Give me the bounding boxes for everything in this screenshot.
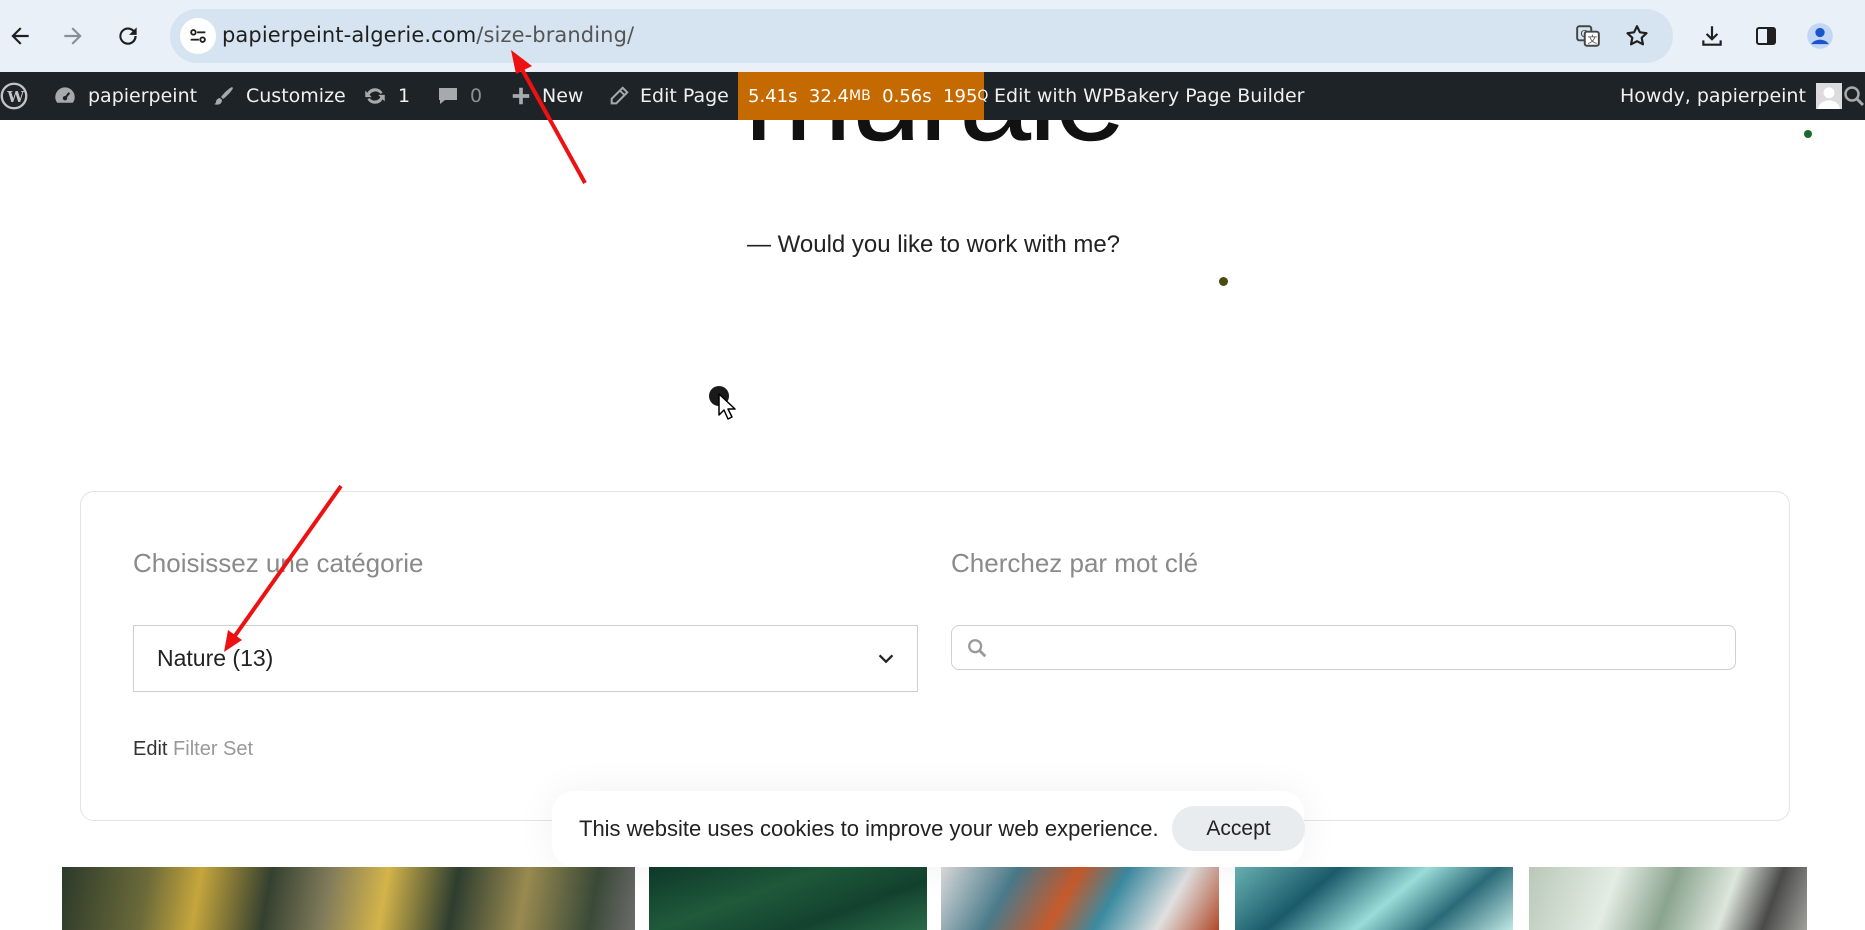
site-name-label: papierpeint xyxy=(88,85,198,107)
accept-cookies-button[interactable]: Accept xyxy=(1172,806,1305,851)
query-monitor-badge[interactable]: 5.41s 32.4 MB 0.56s 195 Q xyxy=(738,72,988,120)
updates-refresh-icon xyxy=(365,88,385,104)
product-thumbnail[interactable] xyxy=(941,867,1219,930)
site-name-menu[interactable]: papierpeint xyxy=(52,72,197,120)
comments-link[interactable]: 0 xyxy=(436,72,482,120)
edit-page-label: Edit Page xyxy=(640,85,729,107)
user-silhouette-icon xyxy=(1818,87,1840,109)
reload-icon xyxy=(119,27,137,45)
mouse-pointer-icon xyxy=(718,393,736,420)
back-arrow-icon xyxy=(11,27,29,45)
edit-page-link[interactable]: Edit Page xyxy=(608,72,729,120)
url-text[interactable]: papierpeint-algerie.com/size-branding/ xyxy=(222,23,634,47)
downloads-button[interactable] xyxy=(1692,16,1732,56)
product-thumbnail[interactable] xyxy=(1235,867,1513,930)
wp-admin-bar: W papierpeint Customize 1 0 New Edit Pag… xyxy=(0,72,1865,120)
keyword-filter-label: Cherchez par mot clé xyxy=(951,548,1199,578)
cookie-banner: This website uses cookies to improve you… xyxy=(552,791,1305,867)
qm-memory-unit: MB xyxy=(849,88,871,104)
reload-button[interactable] xyxy=(108,16,148,56)
tune-icon xyxy=(190,29,206,43)
product-thumbnail[interactable] xyxy=(1529,867,1807,930)
category-select-value: Nature (13) xyxy=(157,645,274,671)
search-icon xyxy=(968,639,987,658)
hero-subtitle: — Would you like to work with me? xyxy=(747,231,1121,258)
download-icon xyxy=(1702,26,1722,46)
search-icon xyxy=(1844,86,1865,107)
qm-memory: 32.4 xyxy=(808,85,849,107)
user-avatar xyxy=(1815,83,1842,109)
edit-filter-set-link[interactable]: Edit Filter Set xyxy=(133,738,253,761)
customize-link[interactable]: Customize xyxy=(212,72,346,120)
category-filter-label: Choisissez une catégorie xyxy=(133,548,424,578)
qm-db-time: 0.56s xyxy=(882,85,932,107)
qm-queries: 195 xyxy=(943,85,978,107)
comment-bubble-icon xyxy=(439,88,457,104)
translate-button[interactable]: G 文 xyxy=(1573,21,1603,51)
translate-icon: G 文 xyxy=(1576,25,1600,47)
site-info-button[interactable] xyxy=(180,18,216,54)
cookie-message: This website uses cookies to improve you… xyxy=(579,816,1159,841)
browser-toolbar: papierpeint-algerie.com/size-branding/ G… xyxy=(0,0,1865,72)
decorative-dot xyxy=(1219,277,1228,286)
svg-text:W: W xyxy=(6,88,25,106)
profile-button[interactable] xyxy=(1800,16,1840,56)
pencil-icon xyxy=(610,86,629,105)
filter-set-label: Filter Set xyxy=(173,738,254,760)
product-thumbnail[interactable] xyxy=(649,867,927,930)
howdy-label: Howdy, papierpeint xyxy=(1620,85,1806,107)
admin-search-button[interactable] xyxy=(1842,72,1865,120)
keyword-search-input[interactable] xyxy=(951,625,1736,670)
customize-label: Customize xyxy=(246,85,346,107)
wpbakery-label: Edit with WPBakery Page Builder xyxy=(994,85,1305,107)
decorative-dot xyxy=(1804,130,1812,138)
forward-button[interactable] xyxy=(53,16,93,56)
updates-link[interactable]: 1 xyxy=(362,72,410,120)
comments-count: 0 xyxy=(470,85,483,107)
dashboard-gauge-icon xyxy=(55,87,75,103)
updates-count: 1 xyxy=(398,85,411,107)
wordpress-logo-icon: W xyxy=(0,82,28,110)
url-path: /size-branding/ xyxy=(476,23,635,47)
svg-text:文: 文 xyxy=(1587,33,1597,46)
product-thumbnail[interactable] xyxy=(62,867,635,930)
bookmark-star-button[interactable] xyxy=(1622,21,1652,51)
star-icon xyxy=(1626,25,1648,46)
edit-label: Edit xyxy=(133,738,168,760)
new-label: New xyxy=(542,85,584,107)
qm-time: 5.41s xyxy=(748,85,798,107)
category-select[interactable]: Nature (13) xyxy=(133,625,918,692)
side-panel-button[interactable] xyxy=(1746,16,1786,56)
side-panel-icon xyxy=(1756,27,1776,45)
new-content-menu[interactable]: New xyxy=(510,72,583,120)
chevron-down-icon xyxy=(878,654,894,664)
wpbakery-edit-link[interactable]: Edit with WPBakery Page Builder xyxy=(994,72,1304,120)
forward-arrow-icon xyxy=(64,27,82,45)
wp-logo-menu[interactable]: W xyxy=(0,72,28,120)
plus-icon xyxy=(512,87,530,105)
address-bar[interactable]: papierpeint-algerie.com/size-branding/ G… xyxy=(170,9,1673,63)
profile-avatar-icon xyxy=(1807,23,1833,49)
qm-queries-unit: Q xyxy=(977,88,989,104)
back-button[interactable] xyxy=(0,16,40,56)
url-host: papierpeint-algerie.com xyxy=(222,23,477,47)
account-menu[interactable]: Howdy, papierpeint xyxy=(1620,72,1842,120)
paintbrush-icon xyxy=(214,87,233,105)
